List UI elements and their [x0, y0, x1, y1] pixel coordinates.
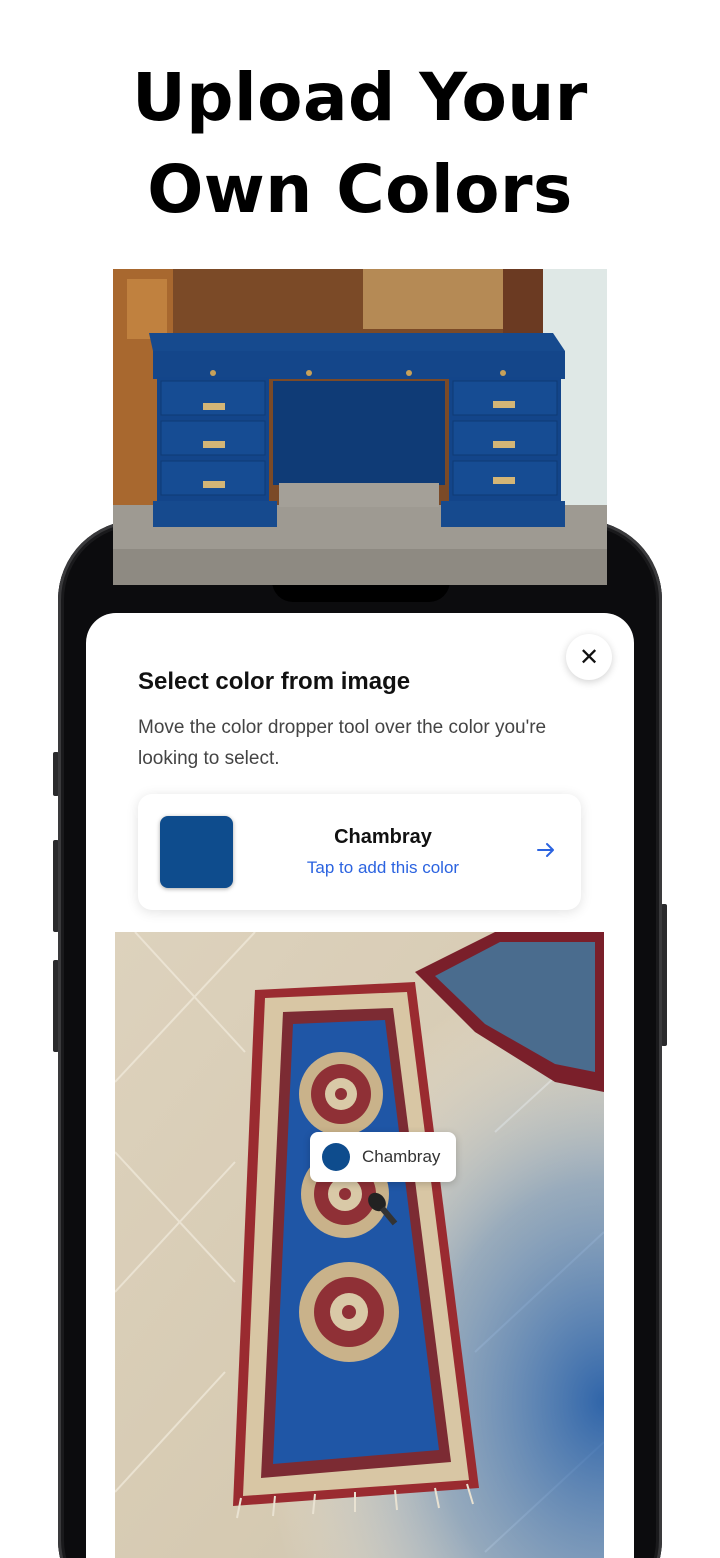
dropper-color-label: Chambray	[362, 1147, 441, 1166]
page-headline: Upload Your Own Colors	[0, 52, 720, 236]
arrow-right-icon[interactable]	[534, 838, 558, 862]
close-button[interactable]: ✕	[566, 634, 612, 680]
painted-desk-photo	[113, 269, 607, 585]
sheet-description: Move the color dropper tool over the col…	[138, 717, 547, 769]
color-swatch	[160, 816, 233, 888]
color-name: Chambray	[334, 826, 432, 848]
headline-line-2: Own Colors	[147, 151, 573, 228]
selected-color-card[interactable]: Chambray Tap to add this color	[138, 794, 581, 910]
close-icon: ✕	[578, 643, 600, 671]
dropper-color-dot	[322, 1143, 350, 1171]
add-color-link[interactable]: Tap to add this color	[238, 858, 528, 878]
headline-line-1: Upload Your	[132, 59, 588, 136]
dropper-color-chip: Chambray	[310, 1132, 456, 1182]
uploaded-rug-photo[interactable]	[115, 932, 604, 1558]
sheet-title: Select color from image	[138, 668, 411, 695]
